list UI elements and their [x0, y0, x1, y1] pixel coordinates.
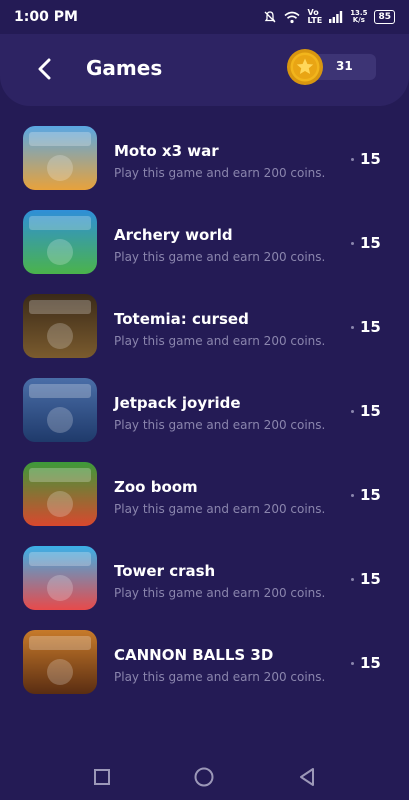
game-coin-reward: 15 [351, 318, 381, 336]
game-coin-reward: 15 [351, 150, 381, 168]
game-description: Play this game and earn 200 coins. [114, 586, 326, 600]
game-coin-reward: 15 [351, 486, 381, 504]
navigation-bar [0, 754, 409, 800]
game-thumbnail[interactable] [23, 126, 97, 190]
mute-bell-icon [265, 11, 276, 23]
game-coin-reward: 15 [351, 654, 381, 672]
back-arrow-icon [38, 58, 51, 80]
game-coin-value: 15 [360, 486, 381, 504]
game-thumbnail-art [23, 630, 97, 694]
game-coin-value: 15 [360, 654, 381, 672]
back-button[interactable] [30, 54, 60, 84]
home-button[interactable] [193, 766, 215, 788]
game-thumbnail-art [23, 378, 97, 442]
game-list-item[interactable]: Moto x3 war Play this game and earn 200 c… [0, 120, 409, 204]
bullet-dot-icon [351, 493, 354, 497]
wifi-icon [284, 11, 301, 23]
game-name: Tower crash [114, 562, 216, 580]
coin-count: 31 [336, 59, 353, 73]
game-coin-value: 15 [360, 318, 381, 336]
page-title: Games [86, 56, 163, 80]
game-description: Play this game and earn 200 coins. [114, 334, 326, 348]
bullet-dot-icon [351, 241, 354, 245]
bullet-dot-icon [351, 325, 354, 329]
game-thumbnail[interactable] [23, 546, 97, 610]
game-name: CANNON BALLS 3D [114, 646, 274, 664]
game-thumbnail[interactable] [23, 294, 97, 358]
status-time: 1:00 PM [14, 9, 78, 25]
recent-apps-button[interactable] [91, 766, 113, 788]
bullet-dot-icon [351, 409, 354, 413]
status-icons: Vo LTE 13.5 K/s 85 [263, 9, 395, 25]
game-list-item[interactable]: CANNON BALLS 3D Play this game and earn 2… [0, 624, 409, 708]
coin-icon [287, 49, 323, 85]
signal-icon [329, 11, 343, 23]
bullet-dot-icon [351, 157, 354, 161]
game-thumbnail-art [23, 126, 97, 190]
game-thumbnail[interactable] [23, 210, 97, 274]
game-name: Zoo boom [114, 478, 198, 496]
game-list-item[interactable]: Zoo boom Play this game and earn 200 coin… [0, 456, 409, 540]
game-name: Moto x3 war [114, 142, 219, 160]
game-list-item[interactable]: Totemia: cursed Play this game and earn 2… [0, 288, 409, 372]
game-name: Archery world [114, 226, 233, 244]
game-list-item[interactable]: Jetpack joyride Play this game and earn 2… [0, 372, 409, 456]
game-thumbnail-art [23, 294, 97, 358]
game-list-item[interactable]: Tower crash Play this game and earn 200 c… [0, 540, 409, 624]
game-list-item[interactable]: Archery world Play this game and earn 200… [0, 204, 409, 288]
bullet-dot-icon [351, 661, 354, 665]
bullet-dot-icon [351, 577, 354, 581]
network-speed: 13.5 K/s [350, 9, 368, 24]
game-coin-value: 15 [360, 402, 381, 420]
game-description: Play this game and earn 200 coins. [114, 502, 326, 516]
game-description: Play this game and earn 200 coins. [114, 418, 326, 432]
header: Games 31 [0, 34, 409, 106]
back-nav-button[interactable] [296, 766, 318, 788]
game-coin-value: 15 [360, 570, 381, 588]
game-name: Jetpack joyride [114, 394, 241, 412]
game-coin-reward: 15 [351, 234, 381, 252]
status-bar: 1:00 PM Vo LTE 13.5 K/s 85 [0, 0, 409, 34]
game-description: Play this game and earn 200 coins. [114, 670, 326, 684]
game-thumbnail[interactable] [23, 630, 97, 694]
game-thumbnail[interactable] [23, 378, 97, 442]
game-description: Play this game and earn 200 coins. [114, 250, 326, 264]
battery-indicator: 85 [374, 10, 395, 24]
network-type: Vo LTE [307, 8, 323, 25]
game-coin-value: 15 [360, 150, 381, 168]
game-thumbnail[interactable] [23, 462, 97, 526]
game-coin-reward: 15 [351, 570, 381, 588]
game-thumbnail-art [23, 462, 97, 526]
game-thumbnail-art [23, 210, 97, 274]
game-description: Play this game and earn 200 coins. [114, 166, 326, 180]
game-thumbnail-art [23, 546, 97, 610]
game-coin-reward: 15 [351, 402, 381, 420]
game-coin-value: 15 [360, 234, 381, 252]
coin-balance: 31 [287, 49, 376, 85]
game-name: Totemia: cursed [114, 310, 249, 328]
